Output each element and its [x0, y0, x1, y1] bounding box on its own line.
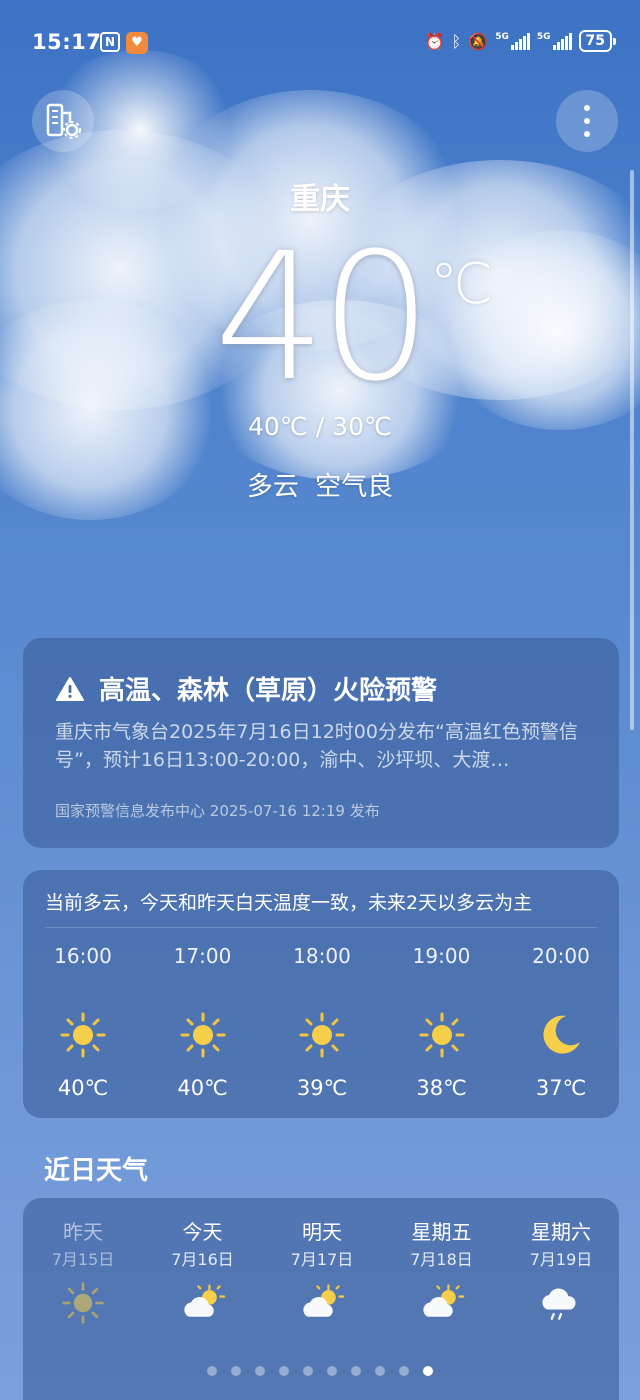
mute-icon: 🔕 — [468, 31, 489, 51]
temperature-unit: ℃ — [430, 252, 493, 317]
hourly-temp: 37℃ — [535, 1076, 587, 1100]
current-temperature-block: 40 ℃ — [0, 228, 640, 408]
daily-item[interactable]: 明天 7月17日 — [272, 1218, 372, 1326]
page-dot[interactable] — [303, 1366, 313, 1376]
sun-icon — [178, 1010, 228, 1060]
day-name: 星期五 — [411, 1220, 472, 1244]
city-manage-button[interactable] — [32, 90, 94, 152]
page-dot[interactable] — [207, 1366, 217, 1376]
daily-item[interactable]: 星期六 7月19日 — [511, 1218, 611, 1326]
alert-body: 重庆市气象台2025年7月16日12时00分发布“高温红色预警信号”，预计16日… — [55, 721, 578, 771]
hourly-item: 20:00 37℃ — [511, 942, 611, 1100]
day-name: 昨天 — [63, 1220, 103, 1244]
hourly-time: 19:00 — [412, 944, 471, 968]
alarm-icon: ⏰ — [424, 31, 445, 51]
shield-icon: ♥ — [126, 32, 148, 54]
hourly-item: 19:00 38℃ — [392, 942, 492, 1100]
page-dot[interactable] — [255, 1366, 265, 1376]
status-bar: 15:17 N ♥ ⏰ ᛒ 🔕 5G 5G 75 — [0, 0, 640, 86]
hourly-time: 16:00 — [54, 944, 112, 968]
nfc-icon: N — [100, 32, 120, 52]
high-low-temperature: 40℃ / 30℃ — [247, 412, 393, 441]
day-date: 7月17日 — [290, 1250, 354, 1269]
page-dot[interactable] — [327, 1366, 337, 1376]
weather-alert-card[interactable]: 高温、森林（草原）火险预警 重庆市气象台2025年7月16日12时00分发布“高… — [23, 638, 619, 848]
hourly-time: 18:00 — [293, 944, 351, 968]
recent-weather-title: 近日天气 — [44, 1156, 149, 1186]
day-date: 7月16日 — [171, 1250, 234, 1269]
partly-cloudy-icon — [299, 1280, 345, 1326]
current-temperature: 40 — [214, 215, 432, 420]
page-indicator[interactable] — [0, 1366, 640, 1376]
hourly-temp: 40℃ — [57, 1076, 109, 1100]
moon-icon — [536, 1010, 586, 1060]
hourly-time: 17:00 — [173, 944, 232, 968]
page-dot[interactable] — [351, 1366, 361, 1376]
warning-icon — [56, 676, 84, 701]
hourly-temp: 38℃ — [416, 1076, 467, 1100]
page-dot[interactable] — [375, 1366, 385, 1376]
sun-icon — [417, 1010, 467, 1060]
hourly-forecast-card[interactable]: 当前多云，今天和昨天白天温度一致，未来2天以多云为主 16:00 40℃ 17:00… — [23, 870, 619, 1118]
hourly-time: 20:00 — [532, 944, 590, 968]
sun-icon — [58, 1010, 108, 1060]
hourly-item: 18:00 39℃ — [272, 942, 372, 1100]
alert-title: 高温、森林（草原）火险预警 — [99, 676, 438, 706]
day-name: 今天 — [182, 1220, 223, 1244]
bluetooth-icon: ᛒ — [451, 31, 462, 51]
divider — [45, 927, 597, 928]
day-date: 7月19日 — [529, 1250, 593, 1269]
city-settings-icon — [46, 103, 81, 139]
hourly-temp: 40℃ — [177, 1076, 228, 1100]
daily-item[interactable]: 昨天 7月15日 — [33, 1218, 133, 1326]
hourly-item: 17:00 40℃ — [153, 942, 253, 1100]
city-name: 重庆 — [290, 182, 350, 217]
day-date: 7月15日 — [51, 1250, 115, 1269]
signal-icon: 5G — [495, 32, 530, 50]
status-time: 15:17 — [32, 30, 102, 54]
page-dot[interactable] — [231, 1366, 241, 1376]
more-menu-button[interactable] — [556, 90, 618, 152]
weather-condition: 多云 空气良 — [246, 472, 394, 502]
hourly-temp: 39℃ — [296, 1076, 348, 1100]
page-dot[interactable] — [279, 1366, 289, 1376]
page-dot[interactable] — [399, 1366, 409, 1376]
page-dot[interactable] — [423, 1366, 433, 1376]
battery-indicator: 75 — [578, 30, 617, 52]
sun-icon — [297, 1010, 347, 1060]
partly-cloudy-icon — [419, 1280, 465, 1326]
rain-icon — [538, 1280, 584, 1326]
more-icon — [584, 105, 590, 137]
daily-item[interactable]: 星期五 7月18日 — [392, 1218, 492, 1326]
forecast-summary: 当前多云，今天和昨天白天温度一致，未来2天以多云为主 — [45, 892, 533, 914]
hourly-item: 16:00 40℃ — [33, 942, 133, 1100]
signal-icon-2: 5G — [537, 32, 572, 50]
alert-source: 国家预警信息发布中心 2025-07-16 12:19 发布 — [55, 802, 380, 820]
day-name: 星期六 — [531, 1220, 591, 1244]
sun-icon — [60, 1280, 106, 1326]
partly-cloudy-icon — [180, 1280, 226, 1326]
daily-item[interactable]: 今天 7月16日 — [153, 1218, 253, 1326]
day-date: 7月18日 — [410, 1250, 473, 1269]
day-name: 明天 — [302, 1220, 342, 1244]
